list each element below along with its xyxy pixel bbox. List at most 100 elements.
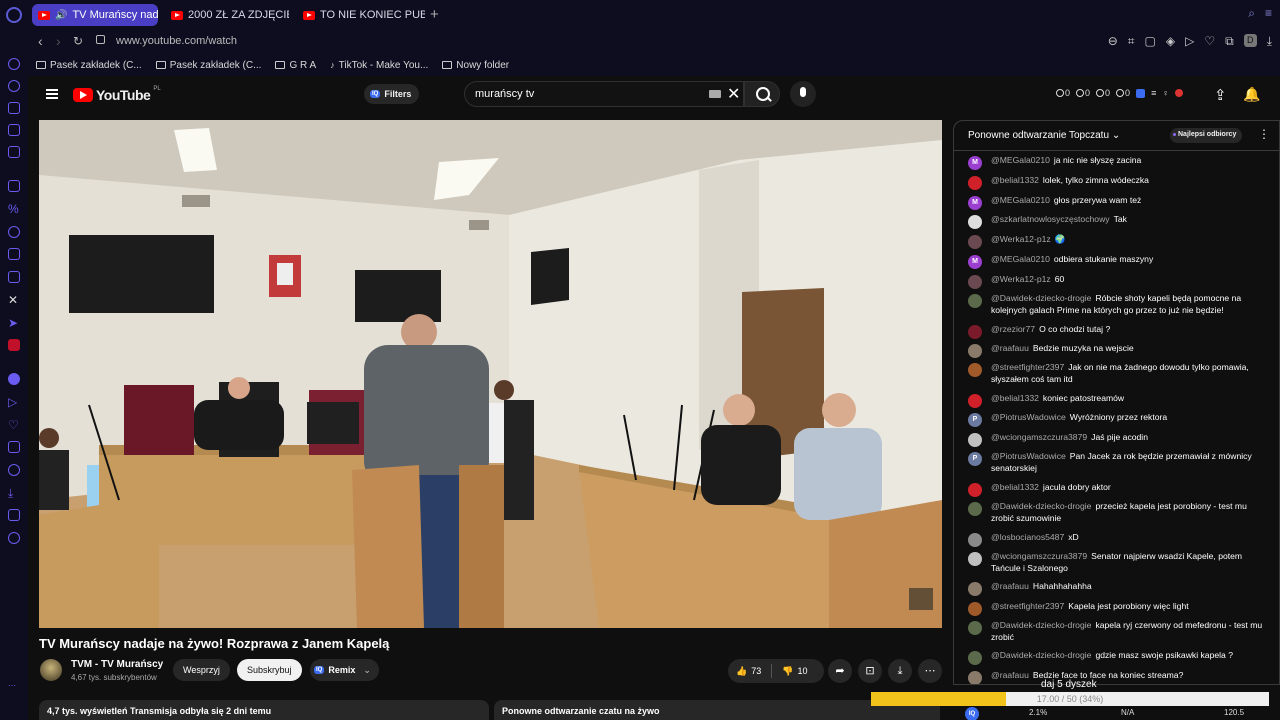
like-icon[interactable]: 👍 <box>736 666 747 677</box>
more-actions-icon[interactable]: ⋯ <box>918 659 942 683</box>
subscribe-button[interactable]: Subskrybuj <box>237 659 302 681</box>
chat-author[interactable]: @Werka12-p1z <box>991 274 1051 284</box>
chat-title[interactable]: Ponowne odtwarzanie Topczatu ⌄ <box>968 130 1120 141</box>
chat-message[interactable]: @wciongamszczura3879 Senator najpierw wsa… <box>954 551 1279 574</box>
chat-author[interactable]: @streetfighter2397 <box>991 362 1064 372</box>
chat-author[interactable]: @rzezior77 <box>991 324 1035 334</box>
chat-message[interactable]: M @MEGala0210 odbiera stukanie maszyny <box>954 254 1279 269</box>
bookmark-folder-gra[interactable]: G R A <box>275 60 316 71</box>
chat-avatar[interactable] <box>968 533 982 547</box>
chat-message[interactable]: M @MEGala0210 ja nic nie słyszę zacina <box>954 155 1279 170</box>
sidebar-clock-icon[interactable] <box>8 464 20 476</box>
search-button[interactable] <box>744 81 780 107</box>
chat-author[interactable]: @Dawidek-dziecko-drogie <box>991 620 1091 630</box>
chat-author[interactable]: @raafauu <box>991 581 1029 591</box>
chat-avatar[interactable]: P <box>968 413 982 427</box>
bookmark-tiktok[interactable]: ♪ TikTok - Make You... <box>330 60 428 71</box>
sidebar-list-icon[interactable] <box>8 441 20 453</box>
sidebar-lock-icon[interactable] <box>8 102 20 114</box>
bookmark-folder-1[interactable]: Pasek zakładek (C... <box>36 60 142 71</box>
heart-icon[interactable]: ♡ <box>1204 34 1215 49</box>
chat-author[interactable]: @belial1332 <box>991 482 1039 492</box>
sidebar-percent-icon[interactable]: % <box>8 203 20 215</box>
chat-author[interactable]: @MEGala0210 <box>991 254 1050 264</box>
sidebar-box-icon[interactable] <box>8 509 20 521</box>
sidebar-app-icon[interactable] <box>8 339 20 351</box>
chat-author[interactable]: @wciongamszczura3879 <box>991 551 1087 561</box>
filters-button[interactable]: IQ Filters <box>364 84 420 104</box>
chat-author[interactable]: @MEGala0210 <box>991 155 1050 165</box>
chat-author[interactable]: @Werka12-p1z <box>991 234 1051 244</box>
chat-message[interactable]: @raafauu Bedzie face to face na koniec st… <box>954 670 1279 684</box>
video-player[interactable] <box>39 120 942 628</box>
new-tab-button[interactable]: + <box>430 6 439 23</box>
share-icon[interactable]: ➦ <box>828 659 852 683</box>
sidebar-telegram-icon[interactable]: ➤ <box>8 317 20 329</box>
chat-message[interactable]: M @MEGala0210 głos przerywa wam też <box>954 195 1279 210</box>
chat-author[interactable]: @PiotrusWadowice <box>991 451 1066 461</box>
chat-message[interactable]: @rzezior77 O co chodzi tutaj ? <box>954 324 1279 339</box>
chat-author[interactable]: @Dawidek-dziecko-drogie <box>991 501 1091 511</box>
url-field[interactable]: www.youtube.com/watch <box>116 35 237 47</box>
notifications-bell-icon[interactable]: 🔔 <box>1243 86 1260 103</box>
sidebar-instagram-icon[interactable] <box>8 271 20 283</box>
sidebar-twitch-icon[interactable] <box>8 180 20 192</box>
channel-name[interactable]: TVM - TV Murańscy <box>71 659 163 670</box>
tab-tv-muranscy[interactable]: 🔊 TV Murańscy nadaje na ż <box>32 4 158 26</box>
hamburger-menu-icon[interactable] <box>46 89 58 99</box>
chat-message[interactable]: @raafauu Hahahhahahha <box>954 581 1279 596</box>
chat-message[interactable]: @wciongamszczura3879 Jaś pije acodin <box>954 432 1279 447</box>
chat-message[interactable]: @belial1332 lolek, tylko zimna wódeczka <box>954 175 1279 190</box>
voice-search-icon[interactable] <box>790 81 816 107</box>
chat-message[interactable]: @streetfighter2397 Kapela jest porobiony … <box>954 601 1279 616</box>
search-box[interactable]: murańscy tv ✕ <box>464 81 744 107</box>
dislike-icon[interactable]: 👎 <box>782 666 793 677</box>
forward-icon[interactable]: › <box>56 33 61 49</box>
chat-avatar[interactable] <box>968 363 982 377</box>
search-tabs-icon[interactable]: ⌕ <box>1248 6 1255 21</box>
chat-avatar[interactable] <box>968 651 982 665</box>
chat-author[interactable]: @losbocianos5487 <box>991 532 1064 542</box>
description-box[interactable]: 4,7 tys. wyświetleń Transmisja odbyła si… <box>39 700 489 720</box>
chat-author[interactable]: @raafauu <box>991 670 1029 680</box>
tab-2000-zl[interactable]: 2000 ZŁ ZA ZDJĘCIE ŚP. (I <box>165 4 289 26</box>
chat-message[interactable]: @szkarlatnowlosyczęstochowy Tak <box>954 214 1279 229</box>
sidebar-send-icon[interactable]: ▷ <box>8 396 20 408</box>
like-count[interactable]: 73 <box>751 666 761 676</box>
chat-message[interactable]: @Dawidek-dziecko-drogie kapela ryj czerwo… <box>954 620 1279 643</box>
chat-message[interactable]: P @PiotrusWadowice Pan Jacek za rok będzie… <box>954 451 1279 474</box>
reload-icon[interactable]: ↻ <box>73 34 83 48</box>
chat-avatar[interactable] <box>968 176 982 190</box>
chat-message[interactable]: @Dawidek-dziecko-drogie Róbcie shoty kape… <box>954 293 1279 316</box>
back-icon[interactable]: ‹ <box>38 33 43 49</box>
youtube-logo[interactable]: YouTube PL <box>73 86 161 103</box>
sidebar-bookmarks-icon[interactable] <box>8 124 20 136</box>
sidebar-circle-icon[interactable] <box>8 373 20 385</box>
chat-message[interactable]: @belial1332 koniec patostreamów <box>954 393 1279 408</box>
sidebar-notes-icon[interactable] <box>8 146 20 158</box>
chat-avatar[interactable] <box>968 621 982 635</box>
dislike-count[interactable]: 10 <box>797 666 807 676</box>
chat-author[interactable]: @Dawidek-dziecko-drogie <box>991 650 1091 660</box>
chat-message[interactable]: @Werka12-p1z 60 <box>954 274 1279 289</box>
chat-avatar[interactable] <box>968 552 982 566</box>
chat-message[interactable]: @belial1332 jacula dobry aktor <box>954 482 1279 497</box>
search-input[interactable]: murańscy tv <box>475 88 534 100</box>
sidebar-download-icon[interactable]: ⤓ <box>8 487 20 499</box>
chat-message[interactable]: @streetfighter2397 Jak on nie ma żadnego … <box>954 362 1279 385</box>
chat-author[interactable]: @belial1332 <box>991 393 1039 403</box>
chat-avatar[interactable] <box>968 235 982 249</box>
shield-icon[interactable]: ◈ <box>1166 34 1175 49</box>
chat-message[interactable]: @Werka12-p1z 🌍 <box>954 234 1279 249</box>
download-video-icon[interactable]: ⤓ <box>888 659 912 683</box>
sidebar-history-icon[interactable] <box>8 80 20 92</box>
chat-message[interactable]: @losbocianos5487 xD <box>954 532 1279 547</box>
chat-avatar[interactable] <box>968 671 982 684</box>
sidebar-settings-icon[interactable] <box>8 532 20 544</box>
best-viewers-button[interactable]: Najlepsi odbiorcy <box>1170 128 1243 143</box>
chat-message[interactable]: @Dawidek-dziecko-drogie przecież kapela j… <box>954 501 1279 524</box>
zoom-icon[interactable]: ⊖ <box>1108 34 1118 49</box>
chat-author[interactable]: @raafauu <box>991 343 1029 353</box>
chat-avatar[interactable] <box>968 275 982 289</box>
chat-avatar[interactable]: M <box>968 196 982 210</box>
